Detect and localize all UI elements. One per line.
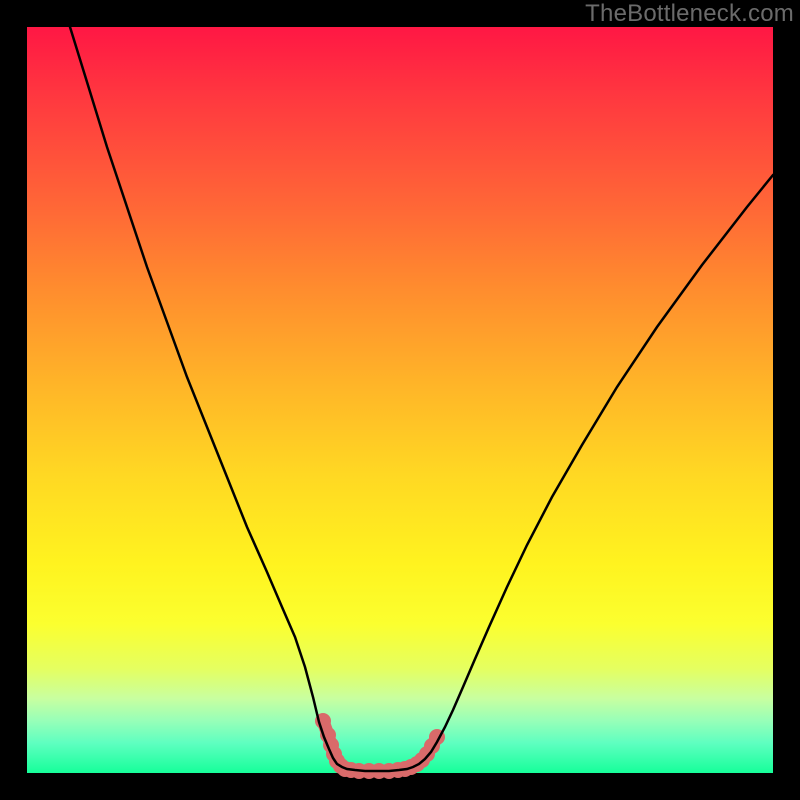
black-curve [70,27,773,771]
plot-area [27,27,773,773]
pink-marker-trail [315,713,445,779]
chart-svg [27,27,773,773]
watermark-text: TheBottleneck.com [585,0,794,28]
outer-frame: TheBottleneck.com [0,0,800,800]
